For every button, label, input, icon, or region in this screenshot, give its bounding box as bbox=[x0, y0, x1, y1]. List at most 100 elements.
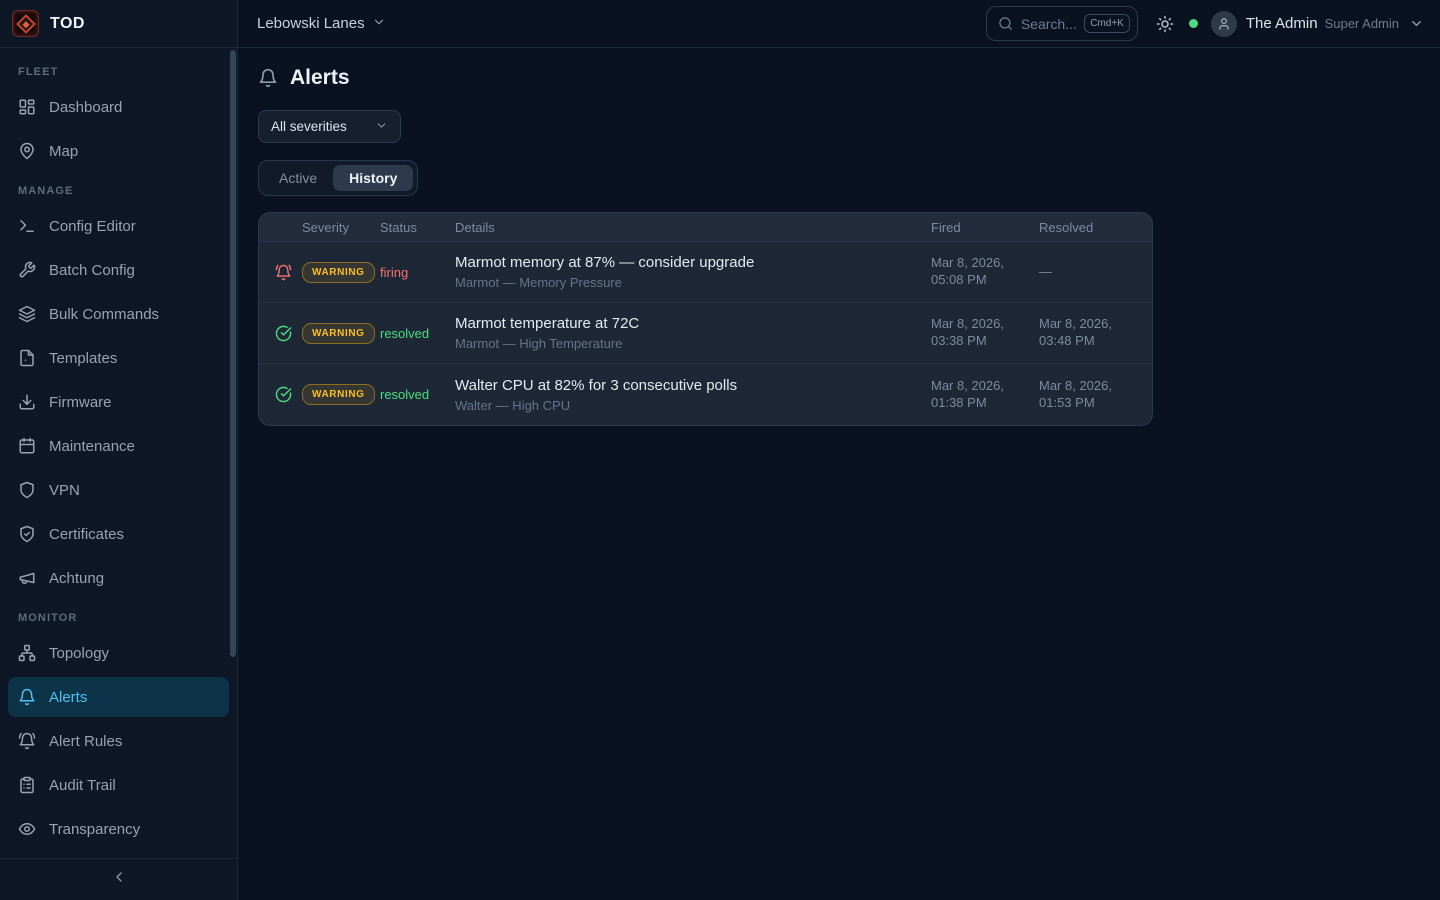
column-header-fired: Fired bbox=[931, 220, 1039, 235]
search-shortcut-badge: Cmd+K bbox=[1084, 14, 1130, 33]
column-header-resolved: Resolved bbox=[1039, 220, 1136, 235]
sidebar-item-achtung[interactable]: Achtung bbox=[8, 558, 229, 598]
sidebar-item-label: Firmware bbox=[49, 394, 112, 411]
search-icon bbox=[998, 16, 1013, 31]
page-title-row: Alerts bbox=[258, 64, 1420, 92]
chevron-down-icon[interactable] bbox=[1409, 16, 1424, 31]
alert-title: Marmot memory at 87% — consider upgrade bbox=[455, 254, 921, 271]
alerts-table-header: SeverityStatusDetailsFiredResolved bbox=[259, 213, 1152, 242]
sidebar-item-label: Transparency bbox=[49, 821, 140, 838]
check-circle-icon bbox=[275, 325, 292, 342]
sidebar-item-firmware[interactable]: Firmware bbox=[8, 382, 229, 422]
alert-row[interactable]: WARNINGresolvedWalter CPU at 82% for 3 c… bbox=[259, 364, 1152, 425]
alerts-view-tabs: ActiveHistory bbox=[258, 160, 418, 196]
avatar[interactable] bbox=[1211, 11, 1237, 37]
bell-ring-icon bbox=[18, 732, 36, 750]
alert-row[interactable]: WARNINGfiringMarmot memory at 87% — cons… bbox=[259, 242, 1152, 303]
sidebar-item-label: Templates bbox=[49, 350, 117, 367]
fired-time: Mar 8, 2026, 05:08 PM bbox=[931, 255, 1039, 289]
layers-icon bbox=[18, 305, 36, 323]
bell-icon bbox=[258, 68, 278, 88]
tab-history[interactable]: History bbox=[333, 165, 413, 191]
sidebar-nav: FLEETDashboard Map MANAGEConfig Editor Batc… bbox=[0, 48, 237, 858]
wrench-icon bbox=[18, 261, 36, 279]
sidebar-item-certificates[interactable]: Certificates bbox=[8, 514, 229, 554]
topbar: Lebowski Lanes Cmd+K The Admin Super Adm… bbox=[238, 0, 1440, 48]
search-box[interactable]: Cmd+K bbox=[986, 6, 1138, 41]
app-root: TOD FLEETDashboard Map MANAGEConfig Editor… bbox=[0, 0, 1440, 900]
user-role: Super Admin bbox=[1325, 16, 1399, 31]
alert-subtitle: Marmot — High Temperature bbox=[455, 336, 921, 351]
sidebar-scrollbar[interactable] bbox=[230, 50, 236, 657]
calendar-icon bbox=[18, 437, 36, 455]
sidebar-item-label: Alerts bbox=[49, 689, 87, 706]
chevron-down-icon bbox=[375, 119, 388, 135]
column-header-severity: Severity bbox=[302, 220, 380, 235]
severity-badge: WARNING bbox=[302, 323, 375, 344]
page-title: Alerts bbox=[290, 66, 350, 90]
severity-filter-select[interactable]: All severities bbox=[258, 110, 401, 143]
sidebar-item-map[interactable]: Map bbox=[8, 131, 229, 171]
sidebar-item-label: Bulk Commands bbox=[49, 306, 159, 323]
alerts-table: SeverityStatusDetailsFiredResolved WARNI… bbox=[258, 212, 1153, 426]
sidebar-item-label: Map bbox=[49, 143, 78, 160]
severity-filter-value: All severities bbox=[271, 119, 347, 134]
bell-icon bbox=[18, 688, 36, 706]
sidebar-item-batch-config[interactable]: Batch Config bbox=[8, 250, 229, 290]
eye-icon bbox=[18, 820, 36, 838]
sidebar-item-label: Audit Trail bbox=[49, 777, 116, 794]
alert-details-cell: Marmot temperature at 72CMarmot — High T… bbox=[455, 315, 931, 351]
brand-header: TOD bbox=[0, 0, 237, 48]
fired-time: Mar 8, 2026, 01:38 PM bbox=[931, 378, 1039, 412]
sidebar-section-label-manage: MANAGE bbox=[8, 175, 229, 206]
sidebar-section-label-fleet: FLEET bbox=[8, 56, 229, 87]
sidebar-item-topology[interactable]: Topology bbox=[8, 633, 229, 673]
chevron-left-icon bbox=[111, 869, 127, 890]
sidebar-item-label: Alert Rules bbox=[49, 733, 122, 750]
org-selector[interactable]: Lebowski Lanes bbox=[257, 15, 386, 33]
alerts-page: Alerts All severities ActiveHistory Seve… bbox=[238, 48, 1440, 900]
resolved-time: Mar 8, 2026, 01:53 PM bbox=[1039, 378, 1136, 412]
sidebar-item-dashboard[interactable]: Dashboard bbox=[8, 87, 229, 127]
shield-check-icon bbox=[18, 525, 36, 543]
sidebar-item-alert-rules[interactable]: Alert Rules bbox=[8, 721, 229, 761]
status-text: resolved bbox=[380, 326, 455, 341]
search-input[interactable] bbox=[1021, 16, 1076, 32]
status-text: resolved bbox=[380, 387, 455, 402]
column-header-details: Details bbox=[455, 220, 931, 235]
sidebar-collapse-button[interactable] bbox=[0, 858, 237, 900]
dashboard-icon bbox=[18, 98, 36, 116]
resolved-time: Mar 8, 2026, 03:48 PM bbox=[1039, 316, 1136, 350]
sidebar-item-label: Batch Config bbox=[49, 262, 135, 279]
terminal-icon bbox=[18, 217, 36, 235]
fired-time: Mar 8, 2026, 03:38 PM bbox=[931, 316, 1039, 350]
app-logo-icon bbox=[12, 10, 39, 37]
column-header-status: Status bbox=[380, 220, 455, 235]
sidebar-section-label-monitor: MONITOR bbox=[8, 602, 229, 633]
sidebar-item-vpn[interactable]: VPN bbox=[8, 470, 229, 510]
sidebar-item-label: Certificates bbox=[49, 526, 124, 543]
sidebar-item-label: Maintenance bbox=[49, 438, 135, 455]
logo-diamond bbox=[16, 14, 36, 34]
alert-subtitle: Marmot — Memory Pressure bbox=[455, 275, 921, 290]
shield-icon bbox=[18, 481, 36, 499]
map-pin-icon bbox=[18, 142, 36, 160]
alert-row[interactable]: WARNING resolvedMarmot temperature at 72C… bbox=[259, 303, 1152, 364]
sidebar-item-maintenance[interactable]: Maintenance bbox=[8, 426, 229, 466]
sidebar: TOD FLEETDashboard Map MANAGEConfig Editor… bbox=[0, 0, 238, 900]
sidebar-item-config-editor[interactable]: Config Editor bbox=[8, 206, 229, 246]
tab-active[interactable]: Active bbox=[263, 165, 333, 191]
sidebar-item-bulk-commands[interactable]: Bulk Commands bbox=[8, 294, 229, 334]
main-column: Lebowski Lanes Cmd+K The Admin Super Adm… bbox=[238, 0, 1440, 900]
sidebar-item-label: Topology bbox=[49, 645, 109, 662]
theme-toggle-sun-icon[interactable] bbox=[1156, 15, 1174, 33]
resolved-time: — bbox=[1039, 264, 1136, 281]
sidebar-item-alerts[interactable]: Alerts bbox=[8, 677, 229, 717]
sidebar-item-audit-trail[interactable]: Audit Trail bbox=[8, 765, 229, 805]
sidebar-item-templates[interactable]: Templates bbox=[8, 338, 229, 378]
alert-title: Walter CPU at 82% for 3 consecutive poll… bbox=[455, 377, 921, 394]
online-status-dot bbox=[1189, 19, 1198, 28]
severity-badge: WARNING bbox=[302, 262, 375, 283]
sidebar-item-transparency[interactable]: Transparency bbox=[8, 809, 229, 849]
chevron-down-icon bbox=[372, 15, 386, 33]
